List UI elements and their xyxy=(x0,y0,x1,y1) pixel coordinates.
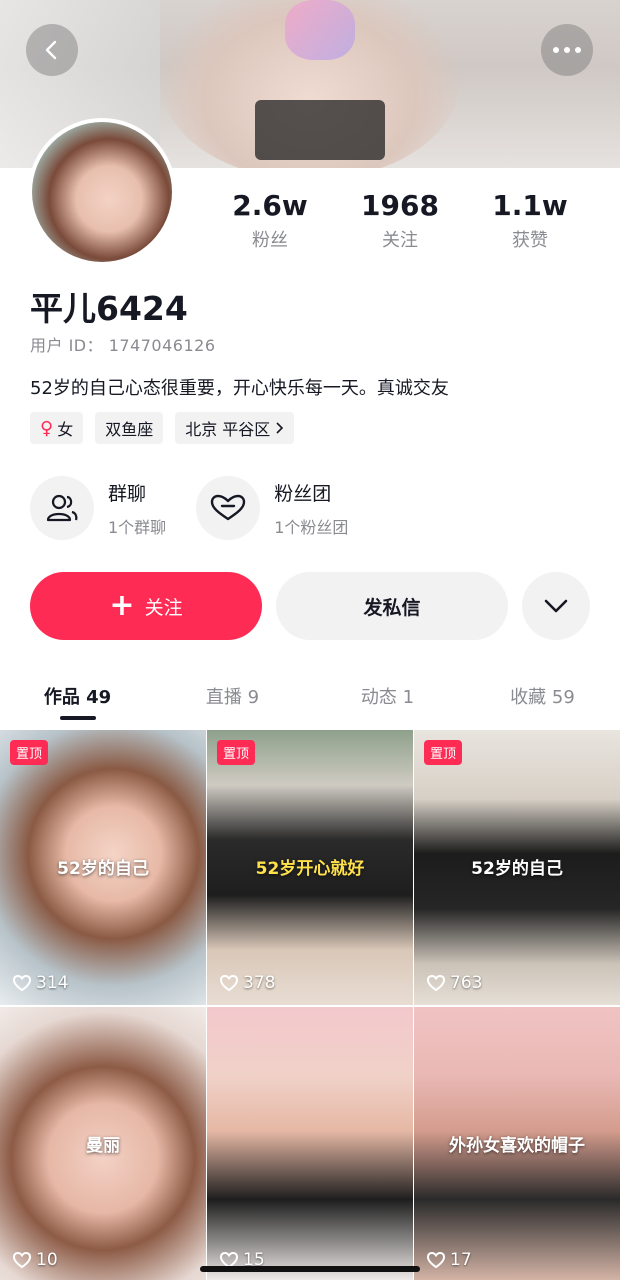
expand-recommendations-button[interactable] xyxy=(522,572,590,640)
heart-icon xyxy=(426,974,446,992)
back-button[interactable] xyxy=(26,24,78,76)
like-count-value: 763 xyxy=(450,973,483,993)
zodiac-tag: 双鱼座 xyxy=(95,412,164,444)
pinned-badge: 置顶 xyxy=(10,740,49,765)
avatar[interactable] xyxy=(28,118,176,266)
tab-favorites[interactable]: 收藏 59 xyxy=(465,676,620,720)
thumbnail-image xyxy=(207,1007,413,1280)
stat-value: 2.6w xyxy=(232,189,308,222)
video-caption: 52岁的自己 xyxy=(471,859,563,879)
profile-bio: 52岁的自己心态很重要，开心快乐每一天。真诚交友 xyxy=(30,378,449,399)
tab-count: 49 xyxy=(86,687,112,708)
follow-label: 关注 xyxy=(144,596,183,619)
banner-mask xyxy=(285,0,355,60)
stat-following[interactable]: 1968 关注 xyxy=(335,190,465,252)
chevron-left-icon xyxy=(45,40,57,60)
heart-icon xyxy=(12,1251,32,1269)
user-id: 用户 ID： 1747046126 xyxy=(30,336,216,355)
group-chat-entry[interactable]: 群聊 1个群聊 xyxy=(30,476,166,540)
avatar-image xyxy=(32,122,172,262)
like-count: 314 xyxy=(12,973,68,993)
like-count-value: 10 xyxy=(36,1250,58,1270)
profile-actions: + 关注 发私信 xyxy=(30,572,590,640)
tab-works[interactable]: 作品 49 xyxy=(0,676,155,720)
fan-club-heart-icon xyxy=(196,476,261,540)
tab-label: 作品 xyxy=(43,687,80,708)
zodiac-label: 双鱼座 xyxy=(105,420,154,439)
tab-count: 9 xyxy=(247,687,260,708)
video-caption: 曼丽 xyxy=(86,1136,120,1156)
stat-followers[interactable]: 2.6w 粉丝 xyxy=(205,190,335,252)
video-caption: 52岁开心就好 xyxy=(255,859,365,879)
chevron-down-icon xyxy=(544,599,568,613)
tab-count: 59 xyxy=(551,687,575,708)
plus-icon: + xyxy=(109,588,135,623)
more-options-button[interactable] xyxy=(541,24,593,76)
send-message-button[interactable]: 发私信 xyxy=(276,572,508,640)
pinned-badge: 置顶 xyxy=(217,740,256,765)
content-tabs: 作品 49 直播 9 动态 1 收藏 59 xyxy=(0,676,620,720)
follow-button[interactable]: + 关注 xyxy=(30,572,262,640)
group-chat-icon xyxy=(30,476,94,540)
like-count: 10 xyxy=(12,1250,58,1270)
tab-label: 收藏 xyxy=(510,687,547,708)
banner-top xyxy=(255,100,385,160)
video-thumbnail[interactable]: 外孙女喜欢的帽子 17 xyxy=(414,1007,620,1280)
group-chat-title: 群聊 xyxy=(108,482,147,505)
heart-icon xyxy=(12,974,32,992)
tab-label: 动态 xyxy=(360,687,397,708)
gender-tag: ♀ 女 xyxy=(30,412,84,444)
heart-icon xyxy=(426,1251,446,1269)
profile-name: 平儿6424 xyxy=(30,289,188,328)
location-label: 北京 平谷区 xyxy=(185,420,271,439)
like-count: 17 xyxy=(426,1250,472,1270)
fan-club-title: 粉丝团 xyxy=(274,482,332,505)
video-thumbnail[interactable]: 置顶 52岁的自己 763 xyxy=(414,730,620,1005)
video-grid: 置顶 52岁的自己 314 置顶 52岁开心就好 378 置顶 52岁的自己 7… xyxy=(0,730,620,1280)
video-caption: 外孙女喜欢的帽子 xyxy=(449,1136,585,1156)
tab-label: 直播 xyxy=(205,687,242,708)
tab-moments[interactable]: 动态 1 xyxy=(310,676,465,720)
pinned-badge: 置顶 xyxy=(424,740,463,765)
tab-count: 1 xyxy=(402,687,415,708)
profile-stats: 2.6w 粉丝 1968 关注 1.1w 获赞 xyxy=(205,190,595,252)
stat-label: 粉丝 xyxy=(252,230,288,251)
stat-label: 获赞 xyxy=(512,230,548,251)
home-indicator[interactable] xyxy=(200,1266,420,1272)
like-count-value: 17 xyxy=(450,1250,472,1270)
stat-value: 1.1w xyxy=(492,189,568,222)
stat-label: 关注 xyxy=(382,230,418,251)
gender-label: 女 xyxy=(57,420,74,439)
more-dots-icon xyxy=(553,47,581,53)
fan-club-count: 1个粉丝团 xyxy=(274,517,349,537)
like-count: 378 xyxy=(219,973,275,993)
stat-likes[interactable]: 1.1w 获赞 xyxy=(465,190,595,252)
like-count: 763 xyxy=(426,973,482,993)
group-chat-count: 1个群聊 xyxy=(108,517,167,537)
chevron-right-icon xyxy=(276,422,284,434)
like-count-value: 314 xyxy=(36,973,69,993)
send-message-label: 发私信 xyxy=(363,596,421,619)
profile-tags: ♀ 女 双鱼座 北京 平谷区 xyxy=(30,412,295,444)
video-thumbnail[interactable]: 置顶 52岁开心就好 378 xyxy=(207,730,413,1005)
fan-club-entry[interactable]: 粉丝团 1个粉丝团 xyxy=(196,476,348,540)
video-caption: 52岁的自己 xyxy=(57,859,149,879)
female-icon: ♀ xyxy=(40,417,54,439)
tab-live[interactable]: 直播 9 xyxy=(155,676,310,720)
stat-value: 1968 xyxy=(361,189,439,222)
video-thumbnail[interactable]: 15 xyxy=(207,1007,413,1280)
heart-icon xyxy=(219,974,239,992)
video-thumbnail[interactable]: 置顶 52岁的自己 314 xyxy=(0,730,206,1005)
location-tag[interactable]: 北京 平谷区 xyxy=(175,412,295,444)
community-entries: 群聊 1个群聊 粉丝团 1个粉丝团 xyxy=(30,476,348,540)
video-thumbnail[interactable]: 曼丽 10 xyxy=(0,1007,206,1280)
like-count-value: 378 xyxy=(243,973,276,993)
